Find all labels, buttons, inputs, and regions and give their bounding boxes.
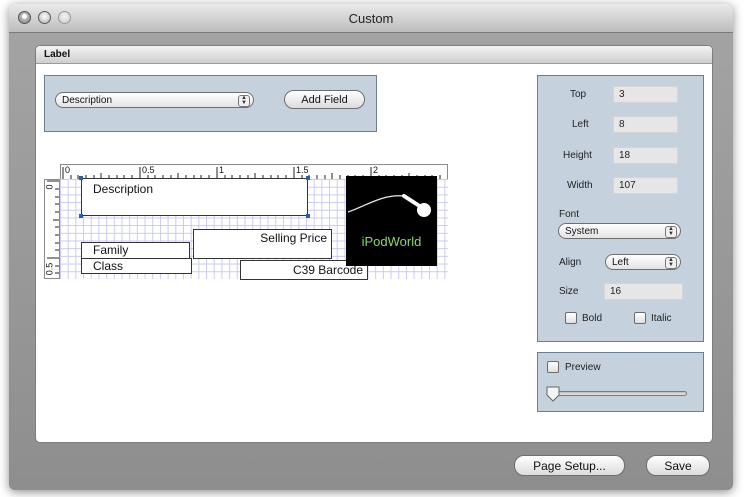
height-input[interactable]: 18 bbox=[613, 147, 678, 164]
custom-window: Custom Label Description ▲ ▼ Add Field 0… bbox=[9, 4, 733, 490]
width-input[interactable]: 107 bbox=[613, 177, 678, 194]
font-popup-arrows-icon: ▲ ▼ bbox=[665, 226, 677, 238]
ruler-mark-1-5: 1.5 bbox=[296, 165, 309, 175]
ruler-mark-0-5: 0.5 bbox=[142, 165, 155, 175]
align-label: Align bbox=[559, 257, 582, 268]
ruler-mark-0: 0 bbox=[65, 165, 71, 175]
vruler-mark-0: 0 bbox=[44, 184, 55, 190]
ruler-mark-1: 1 bbox=[219, 165, 225, 175]
slider-knob-icon[interactable] bbox=[546, 386, 560, 402]
vruler-mark-0-5: 0.5 bbox=[44, 262, 55, 276]
left-input[interactable]: 8 bbox=[613, 116, 678, 133]
description-field[interactable]: Description bbox=[81, 178, 308, 216]
popup-arrows-icon: ▲ ▼ bbox=[238, 95, 250, 107]
field-popup-value: Description bbox=[62, 95, 113, 106]
align-popup-arrows-icon: ▲ ▼ bbox=[665, 257, 677, 269]
class-field-text: Class bbox=[93, 259, 124, 273]
italic-checkbox[interactable] bbox=[634, 312, 646, 324]
height-label: Height bbox=[563, 150, 592, 161]
align-popup-value: Left bbox=[612, 257, 629, 268]
add-field-button[interactable]: Add Field bbox=[284, 90, 365, 109]
resize-handle-bl[interactable] bbox=[79, 214, 83, 218]
size-label: Size bbox=[559, 286, 579, 297]
resize-handle-br[interactable] bbox=[306, 214, 310, 218]
field-selector-box: Description ▲ ▼ Add Field bbox=[44, 75, 377, 132]
bold-label: Bold bbox=[582, 313, 603, 324]
ruler-mark-2: 2 bbox=[373, 165, 379, 175]
logo-text: iPodWorld bbox=[361, 234, 422, 249]
preview-checkbox[interactable] bbox=[547, 361, 559, 373]
title-bar: Custom bbox=[9, 4, 733, 33]
family-field-text: Family bbox=[93, 243, 129, 257]
italic-label: Italic bbox=[651, 313, 672, 324]
description-field-text: Description bbox=[93, 182, 154, 196]
window-title: Custom bbox=[348, 11, 394, 26]
preview-slider-track[interactable] bbox=[547, 391, 687, 396]
font-popup-value: System bbox=[565, 226, 599, 237]
resize-handle-tl[interactable] bbox=[79, 176, 83, 180]
width-label: Width bbox=[567, 180, 593, 191]
resize-handle-tr[interactable] bbox=[306, 176, 310, 180]
save-button[interactable]: Save bbox=[646, 455, 710, 476]
panel-tab-label: Label bbox=[36, 46, 712, 64]
ipodworld-logo-image[interactable]: iPodWorld bbox=[346, 176, 437, 266]
top-label: Top bbox=[570, 89, 587, 100]
selling-price-field[interactable]: Selling Price bbox=[193, 229, 332, 259]
class-field[interactable]: Class bbox=[81, 258, 192, 274]
selling-price-field-text: Selling Price bbox=[260, 231, 327, 245]
preview-label: Preview bbox=[565, 362, 601, 373]
size-input[interactable]: 16 bbox=[604, 283, 683, 300]
font-popup[interactable]: System ▲ ▼ bbox=[558, 223, 681, 239]
field-popup[interactable]: Description ▲ ▼ bbox=[55, 92, 254, 108]
bold-checkbox[interactable] bbox=[565, 312, 577, 324]
font-label: Font bbox=[559, 209, 580, 220]
page-setup-button[interactable]: Page Setup... bbox=[514, 455, 625, 476]
window-content: Label Description ▲ ▼ Add Field 0 0.5 1 … bbox=[9, 33, 733, 490]
vertical-ruler: 0 0.5 bbox=[44, 179, 60, 279]
align-popup[interactable]: Left ▲ ▼ bbox=[605, 254, 681, 270]
properties-box: Top 3 Left 8 Height 18 Width 107 Font Sy… bbox=[537, 75, 704, 342]
earphone-icon bbox=[347, 194, 431, 217]
preview-box bbox=[537, 352, 704, 412]
label-panel: Label Description ▲ ▼ Add Field 0 0.5 1 … bbox=[35, 45, 713, 443]
left-label: Left bbox=[572, 119, 589, 130]
family-field[interactable]: Family bbox=[81, 242, 190, 259]
top-input[interactable]: 3 bbox=[613, 86, 678, 103]
